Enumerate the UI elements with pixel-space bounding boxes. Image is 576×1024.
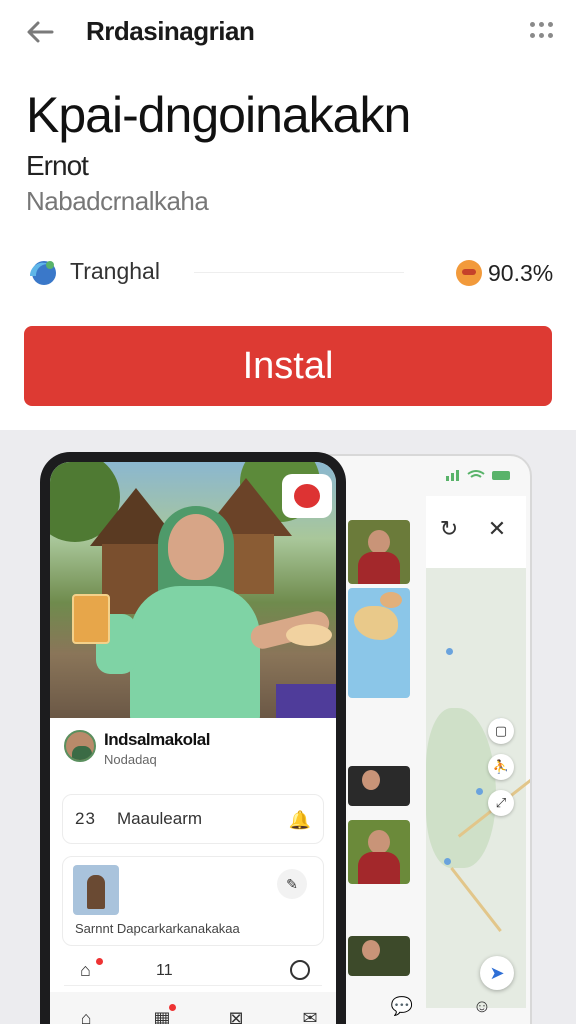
- install-button[interactable]: Instal: [24, 326, 552, 406]
- page-title: Rrdasinagrian: [86, 16, 255, 46]
- status-icons: [446, 470, 510, 481]
- navigate-icon[interactable]: ➤: [480, 956, 514, 990]
- profile-handle: Nodadaq: [104, 752, 157, 767]
- divider: [194, 272, 404, 273]
- layers-icon[interactable]: ▢: [488, 718, 514, 744]
- stats-label: Maaulearm: [117, 809, 203, 828]
- developer-name[interactable]: Ernot: [26, 150, 89, 182]
- screenshot-phone: Indsalmakolal Nodadaq 23 Maaulearm 🔔 ✎ S…: [40, 452, 346, 1024]
- action-row: ⌂ 11: [64, 958, 322, 986]
- calendar-icon[interactable]: ▦: [148, 1004, 176, 1024]
- walk-icon[interactable]: ⛹: [488, 754, 514, 780]
- thumbnail[interactable]: [348, 936, 410, 976]
- thumbnail-map[interactable]: [348, 588, 410, 698]
- secondary-nav: 💬 ☺: [340, 992, 560, 1024]
- mail-icon[interactable]: ✉: [296, 1004, 324, 1024]
- refresh-icon[interactable]: ↻: [436, 516, 462, 542]
- arrow-left-icon[interactable]: [22, 14, 58, 50]
- chat-icon[interactable]: 💬: [388, 992, 416, 1020]
- map-header: ↻ ✕: [426, 496, 526, 568]
- home-icon[interactable]: ⌂: [72, 1004, 100, 1024]
- home-icon[interactable]: ⌂: [80, 960, 91, 981]
- stats-card[interactable]: 23 Maaulearm 🔔: [62, 794, 324, 844]
- count-value: 11: [156, 962, 173, 979]
- category-label: Tranghal: [70, 258, 160, 284]
- profile-name: Indsalmakolal: [104, 730, 210, 749]
- phone-screen: Indsalmakolal Nodadaq 23 Maaulearm 🔔 ✎ S…: [50, 462, 336, 1024]
- circle-icon[interactable]: [290, 960, 310, 980]
- profile-row[interactable]: Indsalmakolal Nodadaq: [64, 728, 324, 778]
- screenshot-gallery[interactable]: ↻ ✕ ▢ ⛹ ⤢ ➤ Indsalmakolal Nodadaq 23 Maa…: [0, 430, 576, 1024]
- app-name: Kpai-dngoinakakn: [26, 87, 411, 143]
- post-caption: Sarnnt Dapcarkarkanakakaa: [75, 921, 240, 936]
- hero-photo: [50, 462, 336, 718]
- thumbnail[interactable]: [348, 820, 410, 884]
- post-card[interactable]: ✎ Sarnnt Dapcarkarkanakakaa: [62, 856, 324, 946]
- close-icon[interactable]: ✕: [484, 516, 510, 542]
- notification-dot: [96, 958, 103, 965]
- brand-logo-icon: [30, 261, 56, 285]
- emoji-icon: [456, 260, 482, 286]
- avatar: [64, 730, 96, 762]
- edit-icon[interactable]: ✎: [277, 869, 307, 899]
- app-info-row: Tranghal 90.3%: [24, 252, 554, 292]
- app-subtitle: Nabadcrnalkaha: [26, 186, 209, 216]
- thumbnail[interactable]: [348, 766, 410, 806]
- post-thumbnail: [73, 865, 119, 915]
- stats-count: 23: [75, 809, 96, 828]
- bell-icon[interactable]: 🔔: [287, 807, 313, 833]
- map-view[interactable]: [426, 568, 530, 1008]
- more-dots-icon[interactable]: [528, 20, 556, 44]
- thumbnail[interactable]: [348, 520, 410, 584]
- profile-icon[interactable]: ☺: [468, 992, 496, 1020]
- route-icon[interactable]: ⤢: [488, 790, 514, 816]
- rating-value: 90.3%: [488, 260, 554, 286]
- inbox-icon[interactable]: ⊠: [222, 1004, 250, 1024]
- bottom-nav: ⌂ ▦ ⊠ ✉: [50, 992, 336, 1024]
- top-app-bar: Rrdasinagrian: [0, 0, 576, 64]
